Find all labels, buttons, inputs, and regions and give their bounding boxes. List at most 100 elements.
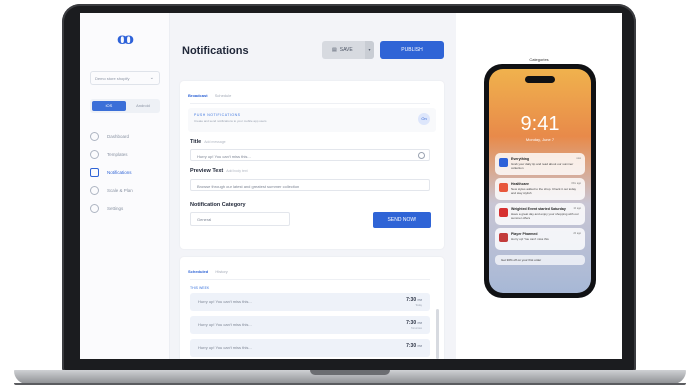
preview-input-value: Browse through our latest and greatest s…: [197, 183, 300, 189]
title-input[interactable]: Hurry up! You can't miss this...: [190, 149, 430, 161]
lock-clock: 9:41: [520, 113, 560, 135]
tab-broadcast[interactable]: Broadcast: [188, 93, 208, 98]
preview-panel: Categories 9:41 Monday, June 7 Everythin…: [456, 13, 622, 359]
send-now-button[interactable]: SEND NOW!: [373, 212, 431, 228]
push-description: Create and send notifications to your mo…: [194, 119, 267, 123]
laptop-base-edge: [14, 383, 686, 385]
sidebar-item-settings[interactable]: Settings: [90, 201, 164, 215]
scale-icon: [90, 185, 99, 195]
row-ampm: PM: [417, 344, 423, 348]
save-label: SAVE: [339, 47, 353, 53]
row-time-value: 7:30: [406, 343, 417, 349]
scheduled-row[interactable]: Hurry up! You can't miss this... 7:30 PM…: [190, 316, 430, 334]
title-input-value: Hurry up! You can't miss this...: [197, 153, 251, 159]
row-time-value: 7:30: [406, 297, 417, 303]
phone-lock-screen: 9:41 Monday, June 7 Everything Grab your…: [489, 69, 591, 293]
notification-footer: Get 30% off on your first order: [495, 255, 585, 265]
broadcast-card: Broadcast Schedule PUSH NOTIFICATIONS Cr…: [180, 81, 444, 249]
gear-icon: [90, 203, 99, 213]
preview-text-input[interactable]: Browse through our latest and greatest s…: [190, 179, 430, 191]
preview-hint: Add body text: [226, 169, 248, 173]
category-select[interactable]: General: [190, 212, 290, 226]
sidebar-item-label: Settings: [107, 205, 124, 211]
preview-label-text: Preview Text: [190, 168, 224, 174]
notification-body: Grab your daily tip and read about our s…: [511, 162, 574, 170]
store-select-value: Demo store shopify: [95, 76, 130, 81]
app-icon: [499, 158, 508, 167]
broadcast-tabs: Broadcast Schedule: [188, 93, 231, 98]
notification-title: Player Pharmed: [511, 232, 538, 236]
main-panel: Notifications ▤ SAVE ▾ PUBLISH Broadcast…: [170, 13, 456, 359]
row-time-value: 7:30: [406, 320, 417, 326]
tab-schedule[interactable]: Schedule: [215, 93, 232, 98]
title-label: Title Add message: [190, 139, 226, 145]
notification-preview: Healthcare New styles added to the shop.…: [495, 178, 585, 200]
sidebar-item-notifications[interactable]: Notifications: [90, 165, 164, 179]
chevron-down-icon: ⌄: [149, 75, 154, 81]
push-toggle[interactable]: On: [418, 113, 430, 125]
sidebar-item-templates[interactable]: Templates: [90, 147, 164, 161]
row-day: Tomorrow: [411, 327, 422, 330]
app-icon: [499, 183, 508, 192]
notification-body: Hurry up! You can't miss this: [511, 237, 549, 241]
notification-body: Have a great day and enjoy your shopping…: [511, 212, 579, 220]
dynamic-island: [525, 76, 555, 83]
scheduled-row[interactable]: Hurry up! You can't miss this... 7:30 PM: [190, 339, 430, 357]
preview-label: Categories: [529, 57, 549, 62]
divider: [190, 103, 430, 104]
sidebar-item-label: Notifications: [107, 169, 132, 175]
row-text: Hurry up! You can't miss this...: [198, 345, 252, 350]
bell-icon: [90, 167, 99, 177]
row-day: Today: [415, 304, 422, 307]
notification-time: 2h ago: [573, 232, 581, 235]
row-text: Hurry up! You can't miss this...: [198, 299, 252, 304]
app-logo[interactable]: ꝏ: [104, 29, 148, 51]
emoji-icon[interactable]: [418, 152, 425, 159]
sidebar-item-label: Scale & Plan: [107, 187, 133, 193]
scheduled-tabs: Scheduled History: [188, 269, 228, 274]
phone-mockup: 9:41 Monday, June 7 Everything Grab your…: [484, 64, 596, 298]
notification-time: now: [576, 157, 581, 160]
publish-button[interactable]: PUBLISH: [380, 41, 444, 59]
lock-date: Monday, June 7: [525, 137, 555, 142]
chevron-down-icon[interactable]: ▾: [365, 41, 374, 59]
sidebar-item-label: Templates: [107, 151, 128, 157]
row-time: 7:30 PM: [406, 297, 422, 303]
app-icon: [499, 208, 508, 217]
sidebar-item-dashboard[interactable]: Dashboard: [90, 129, 164, 143]
app-screen: ꝏ Demo store shopify ⌄ iOS Android Dashb…: [80, 13, 622, 359]
sidebar-item-scale[interactable]: Scale & Plan: [90, 183, 164, 197]
platform-ios-button[interactable]: iOS: [92, 101, 126, 111]
platform-android-button[interactable]: Android: [128, 101, 158, 111]
row-text: Hurry up! You can't miss this...: [198, 322, 252, 327]
tab-scheduled[interactable]: Scheduled: [188, 269, 208, 274]
scheduled-row[interactable]: Hurry up! You can't miss this... 7:30 PM…: [190, 293, 430, 311]
title-label-text: Title: [190, 139, 202, 145]
save-button[interactable]: ▤ SAVE ▾: [322, 41, 374, 59]
platform-toggle: iOS Android: [90, 99, 160, 113]
notification-preview: Weighted Event started Saturday Have a g…: [495, 203, 585, 225]
laptop-notch: [310, 370, 390, 375]
store-select[interactable]: Demo store shopify ⌄: [90, 71, 160, 85]
row-time: 7:30 PM: [406, 343, 422, 349]
templates-icon: [90, 149, 99, 159]
push-settings-box: PUSH NOTIFICATIONS Create and send notif…: [188, 108, 436, 132]
notification-time: 1h ago: [573, 207, 581, 210]
category-label: Notification Category: [190, 202, 246, 208]
notification-time: 15m ago: [571, 182, 581, 185]
preview-text-label: Preview Text Add body text: [190, 168, 248, 174]
notification-preview: Player Pharmed Hurry up! You can't miss …: [495, 228, 585, 250]
title-hint: Add message: [204, 140, 226, 144]
scrollbar[interactable]: [436, 309, 439, 359]
sidebar: ꝏ Demo store shopify ⌄ iOS Android Dashb…: [80, 13, 170, 359]
tab-history[interactable]: History: [215, 269, 227, 274]
dashboard-icon: [90, 131, 99, 141]
app-icon: [499, 233, 508, 242]
notification-title: Weighted Event started Saturday: [511, 207, 566, 211]
row-ampm: PM: [417, 321, 423, 325]
notification-preview: Everything Grab your daily tip and read …: [495, 153, 585, 175]
row-ampm: PM: [417, 298, 423, 302]
section-label: THIS WEEK: [190, 286, 210, 290]
save-icon: ▤: [332, 47, 337, 53]
category-value: General: [197, 216, 212, 222]
